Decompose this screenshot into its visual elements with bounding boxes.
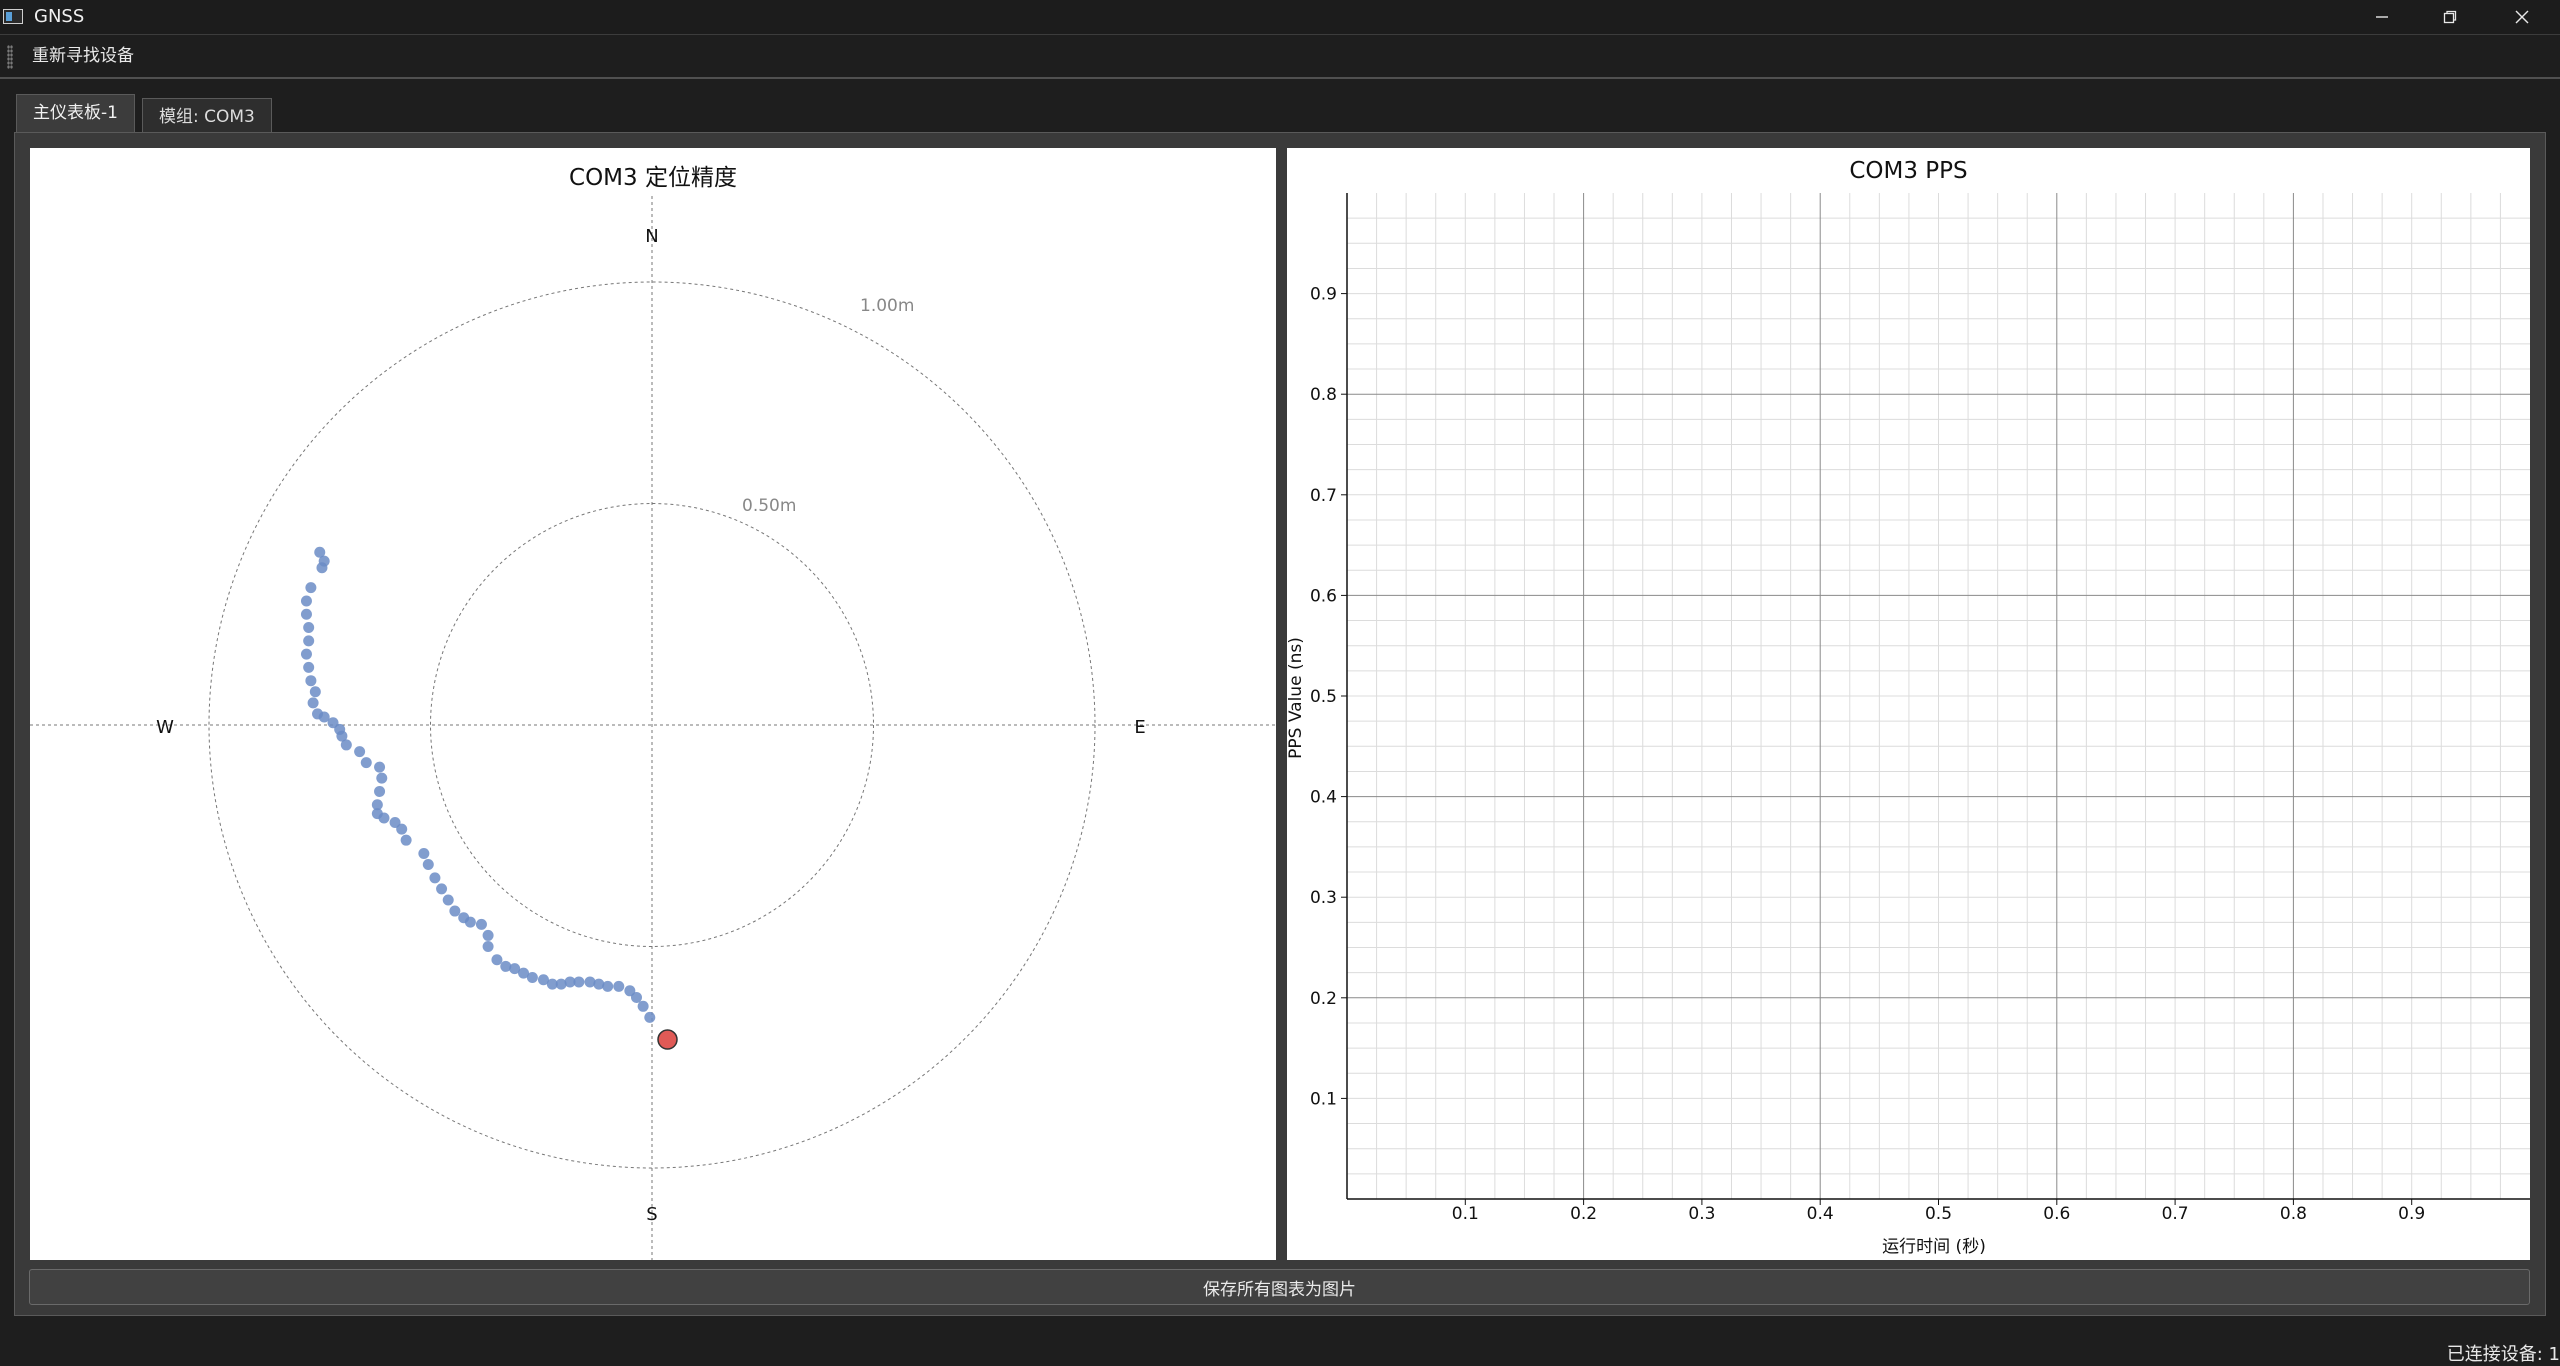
close-icon — [2515, 10, 2529, 24]
position-point — [422, 859, 434, 871]
position-point — [526, 972, 538, 984]
position-point — [378, 812, 390, 824]
y-tick-label: 0.8 — [1310, 385, 1337, 405]
position-point — [464, 916, 476, 928]
x-tick-label: 0.1 — [1452, 1204, 1479, 1224]
position-point — [482, 929, 494, 941]
position-point — [305, 675, 317, 687]
minimize-button[interactable] — [2348, 0, 2416, 34]
connected-devices-status: 已连接设备: 1 — [2446, 1344, 2560, 1365]
position-point — [300, 608, 312, 620]
compass-west-label: W — [156, 717, 174, 738]
position-point — [305, 582, 317, 594]
position-point — [374, 785, 386, 797]
position-point — [637, 1000, 649, 1012]
x-tick-label: 0.6 — [2043, 1204, 2070, 1224]
y-tick-label: 0.4 — [1310, 788, 1337, 808]
position-accuracy-chart: COM3 定位精度 N S E W 0.50m 1.00m — [30, 148, 1276, 1260]
polar-plot: N S E W 0.50m 1.00m — [30, 196, 1276, 1260]
position-point — [400, 834, 412, 846]
position-point — [613, 980, 625, 992]
y-tick-label: 0.7 — [1310, 486, 1337, 506]
status-bar: 已连接设备: 1 — [0, 1334, 2560, 1366]
x-tick-label: 0.3 — [1688, 1204, 1715, 1224]
position-point — [374, 761, 386, 773]
rescan-devices-button[interactable]: 重新寻找设备 — [26, 43, 140, 69]
position-point — [300, 595, 312, 607]
toolbar: 重新寻找设备 — [0, 35, 2560, 77]
pps-chart: COM3 PPS 0.1 0.2 0.3 0.4 0.5 0.6 0.7 0.8 0.9 0.1 0… — [1287, 148, 2530, 1260]
minimize-icon — [2376, 16, 2388, 18]
position-point — [316, 562, 328, 574]
position-point — [300, 648, 312, 660]
restore-icon — [2443, 10, 2457, 24]
title-bar: GNSS — [0, 0, 2560, 34]
position-point — [340, 739, 352, 751]
compass-east-label: E — [1134, 717, 1145, 738]
position-point — [303, 635, 315, 647]
current-position-point — [657, 1029, 678, 1050]
position-point — [491, 954, 503, 966]
y-tick-label: 0.5 — [1310, 687, 1337, 707]
position-point — [309, 686, 321, 698]
pps-plot: 0.1 0.2 0.3 0.4 0.5 0.6 0.7 0.8 0.9 0.1 0.2 0.3 0.4 0… — [1287, 193, 2530, 1257]
position-point — [429, 872, 441, 884]
position-point — [442, 894, 454, 906]
position-point — [354, 746, 366, 758]
x-tick-label: 0.2 — [1570, 1204, 1597, 1224]
window-title: GNSS — [34, 6, 85, 27]
close-button[interactable] — [2488, 0, 2556, 34]
y-tick-label: 0.2 — [1310, 989, 1337, 1009]
x-tick-label: 0.4 — [1807, 1204, 1834, 1224]
x-tick-label: 0.5 — [1925, 1204, 1952, 1224]
position-point — [303, 661, 315, 673]
ring-label-outer: 1.00m — [860, 296, 914, 316]
position-point — [418, 847, 430, 859]
pps-x-axis-label: 运行时间 (秒) — [1882, 1237, 1986, 1257]
position-point — [307, 697, 319, 709]
ring-label-inner: 0.50m — [742, 496, 796, 516]
app-icon — [3, 9, 23, 24]
toolbar-grip-handle[interactable] — [7, 45, 13, 69]
position-point — [644, 1011, 656, 1023]
y-tick-label: 0.3 — [1310, 888, 1337, 908]
y-tick-label: 0.6 — [1310, 586, 1337, 606]
compass-north-label: N — [645, 226, 658, 247]
tab-main-dashboard[interactable]: 主仪表板-1 — [16, 94, 135, 134]
position-point — [475, 918, 487, 930]
position-point — [376, 772, 388, 784]
y-tick-label: 0.1 — [1310, 1089, 1337, 1109]
toolbar-separator — [0, 77, 2560, 79]
position-point — [630, 991, 642, 1003]
position-point — [449, 905, 461, 917]
restore-button[interactable] — [2416, 0, 2484, 34]
x-tick-label: 0.9 — [2398, 1204, 2425, 1224]
x-tick-label: 0.7 — [2162, 1204, 2189, 1224]
position-point — [436, 883, 448, 895]
compass-south-label: S — [646, 1204, 657, 1225]
position-point — [396, 823, 408, 835]
pps-y-axis-label: PPS Value (ns) — [1287, 637, 1306, 759]
save-all-charts-button[interactable]: 保存所有图表为图片 — [29, 1269, 2530, 1305]
position-point — [573, 976, 585, 988]
position-point — [482, 941, 494, 952]
position-point — [602, 980, 614, 992]
position-point — [303, 622, 315, 634]
x-tick-label: 0.8 — [2280, 1204, 2307, 1224]
position-point — [360, 757, 372, 769]
tab-module-com3[interactable]: 模组: COM3 — [142, 98, 272, 134]
y-tick-label: 0.9 — [1310, 285, 1337, 305]
